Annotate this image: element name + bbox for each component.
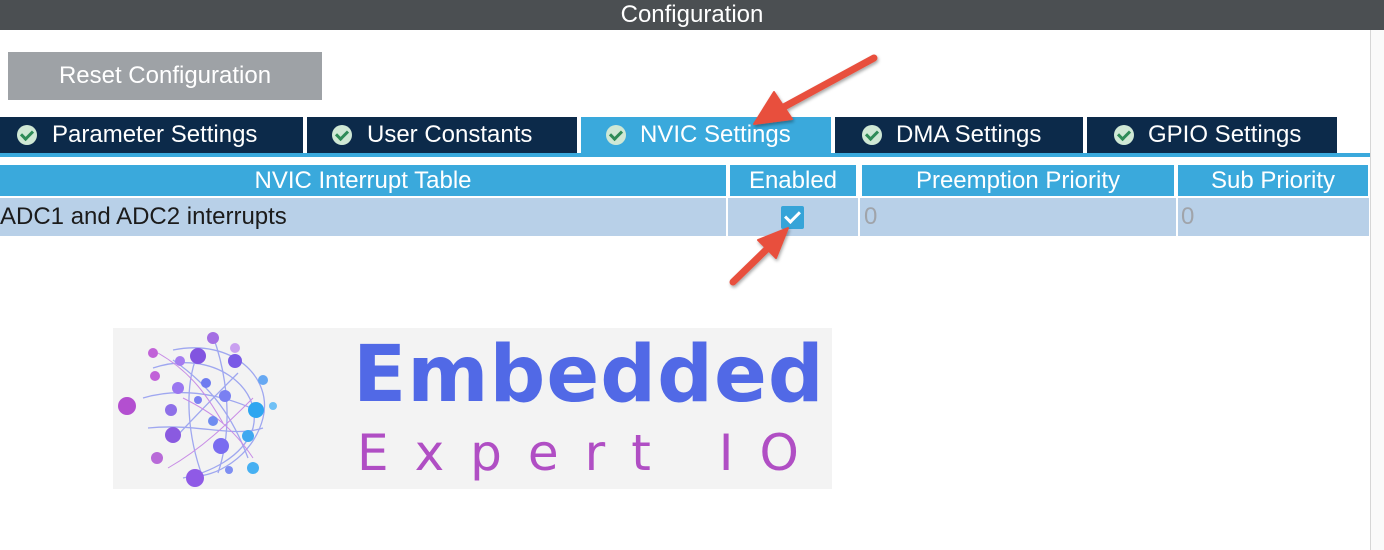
arrow-icon	[729, 227, 789, 286]
annotation-overlay	[729, 54, 878, 286]
arrow-icon	[753, 54, 878, 125]
